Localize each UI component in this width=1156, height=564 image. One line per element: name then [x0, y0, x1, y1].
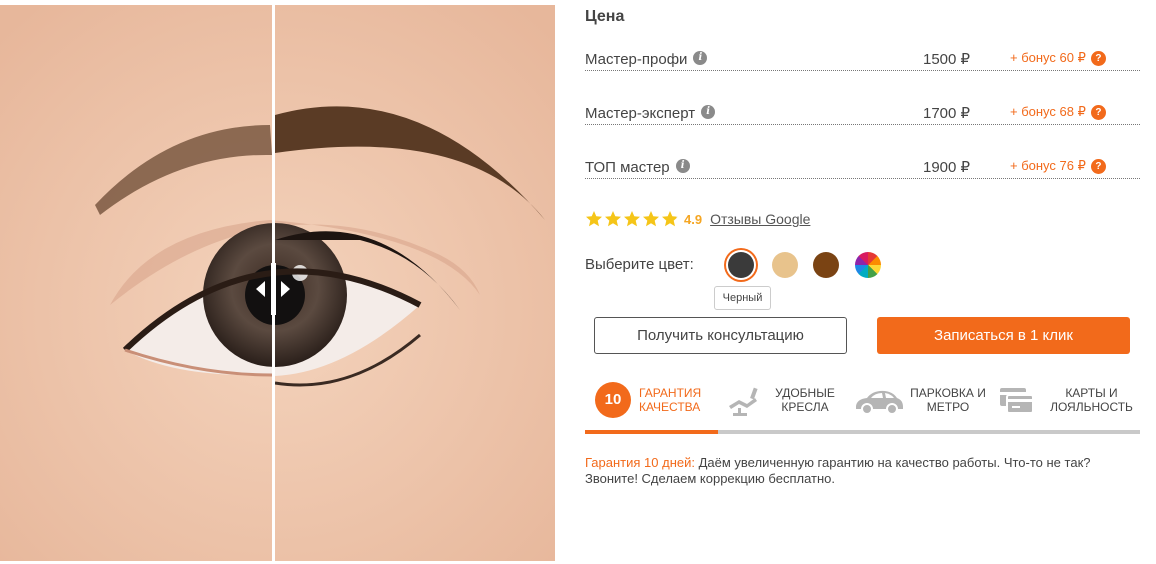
color-swatch-brown[interactable] — [813, 252, 839, 278]
info-icon[interactable]: i — [675, 159, 690, 173]
price-title: Цена — [585, 8, 625, 25]
tab-label: ПАРКОВКА И МЕТРО — [910, 386, 986, 414]
price-row: Мастер-профи i 1500 ₽ + бонус 60 ₽? — [585, 47, 1140, 71]
color-swatch-multicolor[interactable] — [855, 252, 881, 278]
before-after-photo[interactable] — [0, 5, 555, 561]
tab-label: ГАРАНТИЯ КАЧЕСТВА — [639, 386, 702, 414]
tab-label: УДОБНЫЕ КРЕСЛА — [775, 386, 835, 414]
guarantee-description: Гарантия 10 дней: Даём увеличенную гаран… — [585, 455, 1140, 487]
price-row: Мастер-эксперт i 1700 ₽ + бонус 68 ₽? — [585, 101, 1140, 125]
star-icon — [624, 211, 640, 227]
star-icon — [605, 211, 621, 227]
car-icon — [856, 390, 903, 415]
bonus: + бонус 76 ₽? — [1010, 158, 1106, 174]
tab-indicator-track — [585, 430, 1140, 434]
star-icon — [662, 211, 678, 227]
arrow-left-icon — [256, 281, 265, 297]
price-value: 1500 ₽ — [923, 51, 971, 68]
bonus: + бонус 60 ₽? — [1010, 50, 1106, 66]
arrow-right-icon — [281, 281, 290, 297]
google-reviews-link[interactable]: Отзывы Google — [710, 211, 810, 227]
color-tooltip: Черный — [714, 286, 771, 310]
tab-comfortable-chairs[interactable]: УДОБНЫЕ КРЕСЛА — [725, 374, 845, 430]
tab-quality-guarantee[interactable]: 10 ГАРАНТИЯ КАЧЕСТВА — [585, 374, 718, 430]
comparison-slider-handle[interactable] — [252, 263, 294, 315]
price-row: ТОП мастер i 1900 ₽ + бонус 76 ₽? — [585, 155, 1140, 179]
description-highlight: Гарантия 10 дней: — [585, 455, 695, 470]
page: Цена Мастер-профи i 1500 ₽ + бонус 60 ₽? … — [0, 0, 1156, 564]
book-one-click-button[interactable]: Записаться в 1 клик — [877, 317, 1130, 354]
tab-indicator-active — [585, 430, 718, 434]
master-level-name: ТОП мастер i — [585, 159, 690, 176]
price-value: 1700 ₽ — [923, 105, 971, 122]
color-swatch-black[interactable] — [728, 252, 754, 278]
star-icon — [643, 211, 659, 227]
question-icon[interactable]: ? — [1090, 51, 1106, 66]
color-swatch-light-brown[interactable] — [772, 252, 798, 278]
info-icon[interactable]: i — [701, 105, 716, 119]
tab-parking-metro[interactable]: ПАРКОВКА И МЕТРО — [853, 374, 988, 430]
bonus: + бонус 68 ₽? — [1010, 104, 1106, 120]
price-value: 1900 ₽ — [923, 159, 971, 176]
cards-icon — [1000, 388, 1034, 414]
color-label: Выберите цвет: — [585, 256, 694, 273]
master-level-name: Мастер-профи i — [585, 51, 708, 68]
tab-label: КАРТЫ И ЛОЯЛЬНОСТЬ — [1050, 386, 1133, 414]
consultation-button[interactable]: Получить консультацию — [594, 317, 847, 354]
rating-score: 4.9 — [684, 211, 703, 227]
feature-tabs: 10 ГАРАНТИЯ КАЧЕСТВА УДОБНЫЕ КРЕСЛА ПАРК… — [585, 374, 1140, 434]
master-level-name: Мастер-эксперт i — [585, 105, 716, 122]
question-icon[interactable]: ? — [1090, 105, 1106, 120]
question-icon[interactable]: ? — [1090, 159, 1106, 174]
star-icon — [586, 211, 602, 227]
guarantee-badge: 10 — [595, 382, 631, 418]
chair-icon — [729, 387, 758, 416]
rating: 4.9 Отзывы Google — [585, 208, 810, 230]
booking-panel: Цена Мастер-профи i 1500 ₽ + бонус 60 ₽? … — [585, 0, 1141, 564]
info-icon[interactable]: i — [693, 51, 708, 65]
tab-cards-loyalty[interactable]: КАРТЫ И ЛОЯЛЬНОСТЬ — [999, 374, 1140, 430]
rating-stars — [585, 210, 680, 228]
